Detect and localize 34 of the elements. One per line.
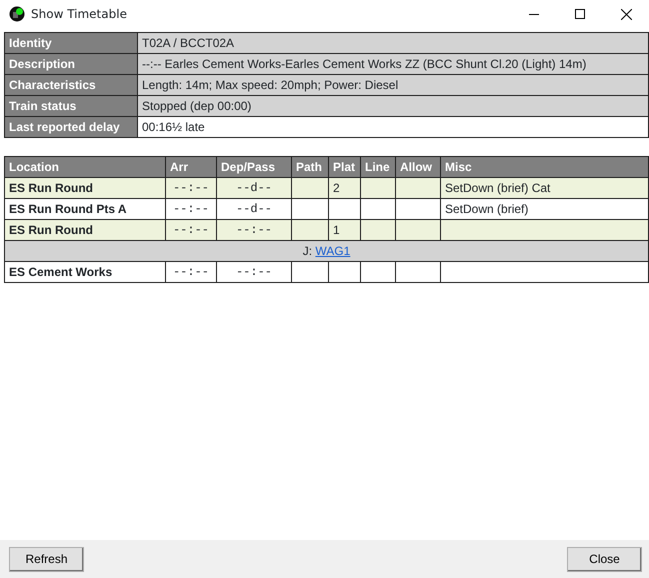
table-cell: SetDown (brief) Cat [440, 178, 648, 198]
dialog-button[interactable]: Refresh [9, 546, 84, 572]
window-title: Show Timetable [31, 6, 127, 23]
field-value: Stopped (dep 00:00) [138, 96, 648, 116]
column-header: Dep/Pass [216, 156, 292, 178]
link[interactable]: WAG1 [315, 244, 350, 258]
column-header: Location [4, 156, 166, 178]
column-header: Allow [396, 156, 440, 178]
field-label: Description [4, 54, 138, 74]
field-value: T02A / BCCT02A [138, 32, 648, 54]
table-cell: --:-- [216, 262, 292, 282]
field-value: --:-- Earles Cement Works-Earles Cement Works ZZ (BCC Shunt Cl.20 (Light) 14m) [138, 54, 648, 74]
app-icon [9, 6, 25, 22]
field-value: 00:16½ late [138, 116, 648, 138]
column-header: Misc [440, 156, 648, 178]
field-label: Characteristics [4, 74, 138, 96]
field-label: Identity [4, 32, 138, 54]
field-value: Length: 14m; Max speed: 20mph; Power: Diesel [138, 74, 648, 96]
dialog-button[interactable]: Close [567, 546, 642, 572]
column-header: Line [360, 156, 396, 178]
table-cell: --:-- [166, 178, 216, 198]
column-header: Path [292, 156, 328, 178]
table-cell: --:-- [166, 262, 216, 282]
column-header: Arr [166, 156, 216, 178]
table-cell: 2 [328, 178, 360, 198]
close-icon[interactable] [620, 8, 632, 20]
table-cell: ES Cement Works [4, 262, 166, 282]
column-header: Plat [328, 156, 360, 178]
table-cell: ES Run Round [4, 178, 166, 198]
field-label: Train status [4, 96, 138, 116]
join-label: J: [302, 244, 314, 258]
table-cell: --d-- [216, 178, 292, 198]
field-label: Last reported delay [4, 116, 138, 138]
maximize-icon[interactable] [575, 9, 585, 19]
